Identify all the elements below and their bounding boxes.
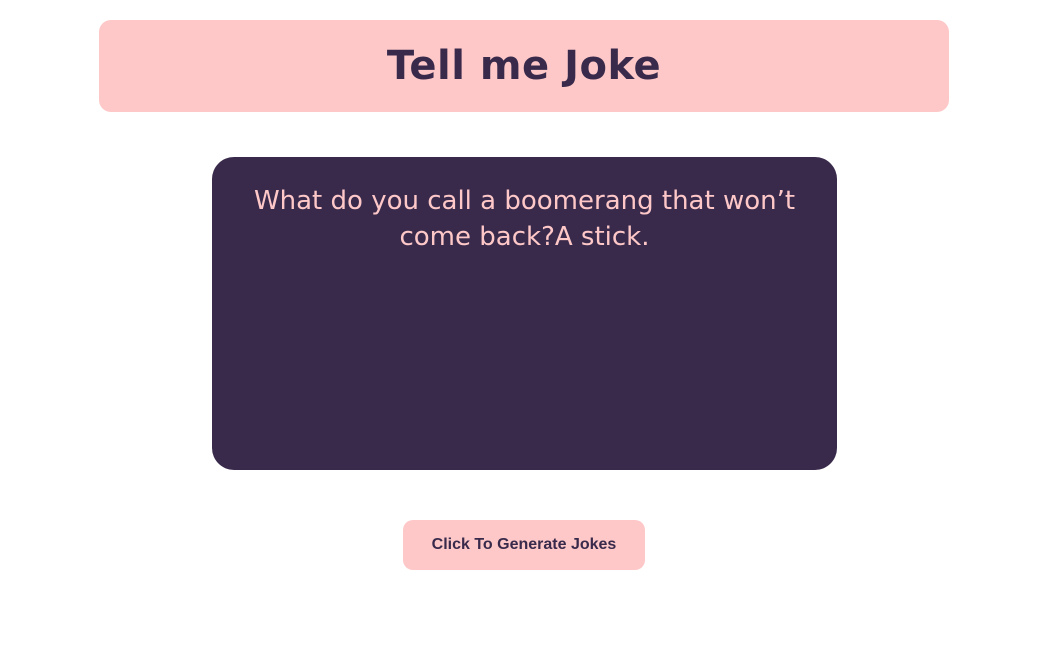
page: Tell me Joke What do you call a boomeran… bbox=[0, 0, 1047, 666]
generate-joke-button[interactable]: Click To Generate Jokes bbox=[403, 520, 645, 570]
page-title: Tell me Joke bbox=[386, 43, 662, 89]
joke-card: What do you call a boomerang that won’t … bbox=[212, 157, 837, 470]
joke-text: What do you call a boomerang that won’t … bbox=[253, 186, 796, 252]
header-banner: Tell me Joke bbox=[99, 20, 949, 112]
